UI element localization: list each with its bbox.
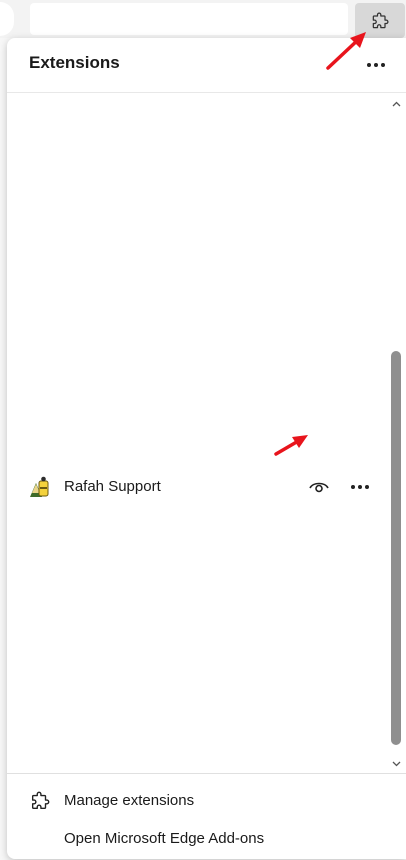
scroll-up-button[interactable]	[389, 97, 403, 111]
scroll-thumb[interactable]	[391, 351, 401, 745]
extensions-popup: Extensions Rafah Support Manage extensio…	[7, 38, 406, 859]
eye-icon	[309, 482, 329, 493]
chevron-up-icon	[392, 101, 400, 107]
puzzle-icon	[372, 12, 389, 28]
show-in-toolbar-button[interactable]	[307, 475, 331, 499]
puzzle-icon	[29, 790, 51, 812]
more-horizontal-icon	[351, 485, 369, 489]
scroll-down-button[interactable]	[389, 757, 403, 771]
rafah-support-icon	[27, 475, 51, 499]
extension-more-button[interactable]	[347, 475, 373, 499]
chevron-down-icon	[392, 761, 400, 767]
annotation-arrow-eye	[274, 435, 308, 456]
extension-name: Rafah Support	[64, 478, 161, 495]
manage-extensions-item[interactable]: Manage extensions	[7, 786, 387, 816]
popup-footer: Manage extensions Open Microsoft Edge Ad…	[7, 773, 406, 860]
annotation-arrow-extensions	[326, 32, 366, 70]
popup-scrollbar[interactable]	[389, 95, 403, 773]
extensions-list: Rafah Support	[7, 93, 406, 773]
address-bar[interactable]	[30, 3, 348, 35]
manage-extensions-label: Manage extensions	[64, 792, 195, 809]
back-region	[0, 2, 14, 36]
open-edge-addons-link[interactable]: Open Microsoft Edge Add-ons	[64, 830, 264, 847]
extension-item-rafah-support[interactable]: Rafah Support	[7, 463, 387, 511]
popup-title: Extensions	[29, 53, 120, 72]
